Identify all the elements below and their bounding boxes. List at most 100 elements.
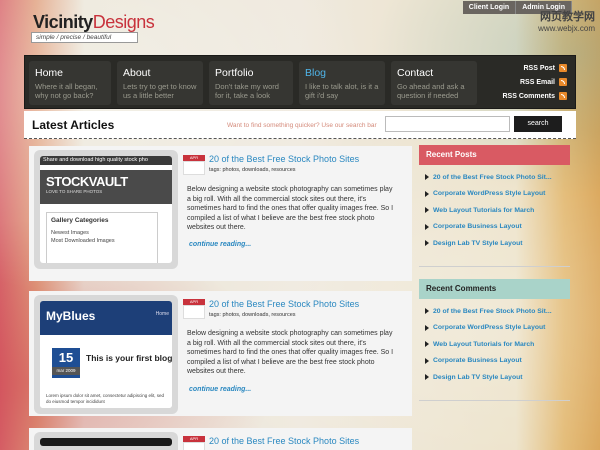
rss-post-label: RSS Post: [523, 64, 555, 72]
site-tagline: simple / precise / beautiful: [31, 32, 138, 43]
latest-articles-bar: Latest Articles Want to find something q…: [24, 111, 576, 139]
recent-comment-label: Web Layout Tutorials for March: [433, 340, 535, 348]
search-button[interactable]: search: [514, 116, 562, 132]
rss-comments-label: RSS Comments: [502, 92, 555, 100]
nav-item-home[interactable]: Home Where it all began, why not go back…: [29, 61, 111, 105]
thumb-box-item: Most Downloaded Images: [51, 238, 115, 244]
thumb-home-link: Home: [155, 311, 169, 317]
nav-portfolio-title: Portfolio: [215, 67, 254, 79]
nav-blog-desc: I like to talk alot, is it a gift i'd sa…: [305, 82, 379, 100]
recent-posts-heading: Recent Posts: [419, 145, 570, 165]
nav-item-contact[interactable]: Contact Go ahead and ask a question if n…: [391, 61, 477, 105]
recent-post-label: Corporate Business Layout: [433, 223, 522, 231]
thumb-category-box: Gallery Categories Newest Images Most Do…: [46, 212, 158, 263]
arrow-right-icon: [425, 341, 429, 348]
watermark: 网页教学网 www.webjx.com: [538, 8, 595, 33]
recent-post-label: Web Layout Tutorials for March: [433, 206, 535, 214]
watermark-line-2: www.webjx.com: [538, 24, 595, 33]
article-tags: tags: photos, downloads, resources: [209, 167, 296, 173]
article-thumbnail[interactable]: [34, 432, 178, 450]
recent-comment-item[interactable]: Design Lab TV Style Layout: [425, 369, 570, 386]
nav-contact-title: Contact: [397, 67, 434, 79]
article-card: APR 20 of the Best Free Stock Photo Site…: [29, 428, 412, 450]
sidebar-divider: [419, 400, 570, 401]
recent-comment-item[interactable]: Corporate Business Layout: [425, 353, 570, 370]
recent-post-label: Corporate WordPress Style Layout: [433, 190, 546, 198]
thumbnail-screenshot: MyBlues Home 15 mar 2009 This is your fi…: [40, 301, 172, 408]
arrow-right-icon: [425, 190, 429, 197]
divider: [24, 138, 576, 139]
recent-comment-item[interactable]: Corporate WordPress Style Layout: [425, 320, 570, 337]
thumb-body: 15 mar 2009 This is your first blog Lore…: [40, 335, 172, 408]
thumb-day: 15: [58, 350, 74, 365]
continue-reading-link[interactable]: continue reading...: [189, 241, 251, 248]
date-badge: APR: [183, 436, 205, 450]
thumb-box-item: Newest Images: [51, 230, 89, 236]
nav-home-title: Home: [35, 67, 64, 79]
recent-posts-list: 20 of the Best Free Stock Photo Sit... C…: [419, 165, 570, 252]
client-login-link[interactable]: Client Login: [462, 1, 517, 14]
nav-item-blog[interactable]: Blog I like to talk alot, is it a gift i…: [299, 61, 385, 105]
recent-comments-widget: Recent Comments 20 of the Best Free Stoc…: [419, 279, 570, 386]
rss-post-link[interactable]: RSS Post: [523, 64, 567, 72]
recent-post-item[interactable]: 20 of the Best Free Stock Photo Sit...: [425, 169, 570, 186]
date-box: [183, 161, 205, 175]
recent-post-label: 20 of the Best Free Stock Photo Sit...: [433, 173, 552, 181]
article-excerpt: Below designing a website stock photogra…: [187, 330, 394, 375]
nav-home-desc: Where it all began, why not go back?: [35, 82, 98, 100]
search-prompt: Want to find something quicker? Use our …: [227, 122, 377, 129]
recent-comment-label: Corporate Business Layout: [433, 357, 522, 365]
article-title[interactable]: 20 of the Best Free Stock Photo Sites: [209, 436, 359, 446]
nav-item-about[interactable]: About Lets try to get to know us a littl…: [117, 61, 203, 105]
site-logo[interactable]: VicinityDesigns: [33, 12, 155, 33]
arrow-right-icon: [425, 374, 429, 381]
thumb-lorem: Lorem ipsum dolor sit amet, consectetur …: [46, 393, 165, 404]
watermark-line-1: 网页教学网: [540, 11, 595, 23]
thumb-month: mar 2009: [52, 367, 80, 375]
thumb-box-heading: Gallery Categories: [51, 217, 109, 224]
recent-post-item[interactable]: Web Layout Tutorials for March: [425, 202, 570, 219]
rss-email-label: RSS Email: [519, 78, 555, 86]
recent-comment-label: Design Lab TV Style Layout: [433, 373, 523, 381]
logo-part-2: Designs: [92, 12, 155, 32]
article-thumbnail[interactable]: MyBlues Home 15 mar 2009 This is your fi…: [34, 295, 178, 414]
recent-comment-item[interactable]: Web Layout Tutorials for March: [425, 336, 570, 353]
nav-blog-title: Blog: [305, 67, 327, 79]
recent-posts-widget: Recent Posts 20 of the Best Free Stock P…: [419, 145, 570, 252]
article-card: Share and download high quality stock ph…: [29, 146, 412, 281]
main-navigation: Home Where it all began, why not go back…: [24, 55, 576, 109]
search-input[interactable]: [385, 116, 510, 132]
calendar-icon: 15 mar 2009: [52, 348, 80, 378]
sidebar-divider: [419, 266, 570, 267]
arrow-right-icon: [425, 308, 429, 315]
thumb-site-name: STOCKVAULT: [46, 174, 128, 189]
latest-articles-heading: Latest Articles: [32, 118, 115, 132]
rss-icon: [559, 64, 567, 72]
recent-post-label: Design Lab TV Style Layout: [433, 239, 523, 247]
rss-icon: [559, 78, 567, 86]
recent-post-item[interactable]: Corporate WordPress Style Layout: [425, 186, 570, 203]
rss-comments-link[interactable]: RSS Comments: [502, 92, 567, 100]
arrow-right-icon: [425, 207, 429, 214]
recent-post-item[interactable]: Design Lab TV Style Layout: [425, 235, 570, 252]
article-thumbnail[interactable]: Share and download high quality stock ph…: [34, 150, 178, 269]
recent-comment-item[interactable]: 20 of the Best Free Stock Photo Sit...: [425, 303, 570, 320]
article-title[interactable]: 20 of the Best Free Stock Photo Sites: [209, 154, 359, 164]
thumb-post-title: This is your first blog: [86, 353, 172, 363]
rss-email-link[interactable]: RSS Email: [520, 78, 567, 86]
thumbnail-screenshot: [40, 438, 172, 446]
logo-part-1: Vicinity: [33, 12, 93, 32]
article-title[interactable]: 20 of the Best Free Stock Photo Sites: [209, 299, 359, 309]
continue-reading-link[interactable]: continue reading...: [189, 386, 251, 393]
arrow-right-icon: [425, 324, 429, 331]
date-badge: APR: [183, 155, 205, 175]
date-box: [183, 442, 205, 450]
thumb-site-sub: LOVE TO SHARE PHOTOS: [46, 189, 103, 194]
date-box: [183, 305, 205, 319]
arrow-right-icon: [425, 223, 429, 230]
recent-post-item[interactable]: Corporate Business Layout: [425, 219, 570, 236]
arrow-right-icon: [425, 174, 429, 181]
nav-item-portfolio[interactable]: Portfolio Don't take my word for it, tak…: [209, 61, 293, 105]
recent-comment-label: 20 of the Best Free Stock Photo Sit...: [433, 307, 552, 315]
article-tags: tags: photos, downloads, resources: [209, 312, 296, 318]
